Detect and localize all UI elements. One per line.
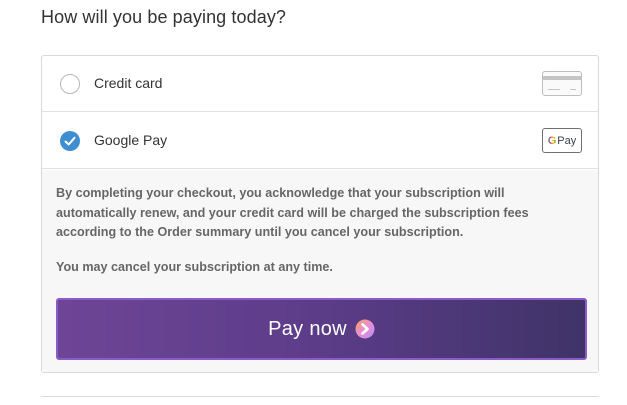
google-pay-icon-text: Pay: [557, 134, 577, 147]
pay-now-label: Pay now: [268, 317, 347, 340]
cancel-note: You may cancel your subscription at any …: [56, 260, 333, 274]
payment-option-google-pay[interactable]: Google Pay G Pay: [42, 113, 598, 169]
checkmark-icon: [64, 136, 76, 146]
page-title: How will you be paying today?: [41, 7, 287, 27]
google-pay-label: Google Pay: [94, 132, 168, 148]
payment-page: How will you be paying today? Credit car…: [0, 0, 627, 405]
pay-now-button[interactable]: Pay now: [56, 298, 587, 360]
google-pay-details: By completing your checkout, you acknowl…: [42, 170, 598, 372]
divider: [41, 396, 599, 397]
credit-card-label: Credit card: [94, 75, 163, 91]
payment-option-credit-card[interactable]: Credit card: [42, 56, 598, 112]
renewal-notice: By completing your checkout, you acknowl…: [56, 186, 529, 239]
google-g-icon: G: [547, 134, 557, 147]
google-pay-icon: G Pay: [542, 128, 582, 153]
credit-card-radio[interactable]: [60, 74, 80, 94]
payment-methods-panel: Credit card Google Pay G Pay By completi…: [41, 55, 599, 373]
arrow-right-icon: [355, 319, 375, 339]
credit-card-icon: [542, 71, 582, 96]
google-pay-radio[interactable]: [60, 131, 80, 151]
